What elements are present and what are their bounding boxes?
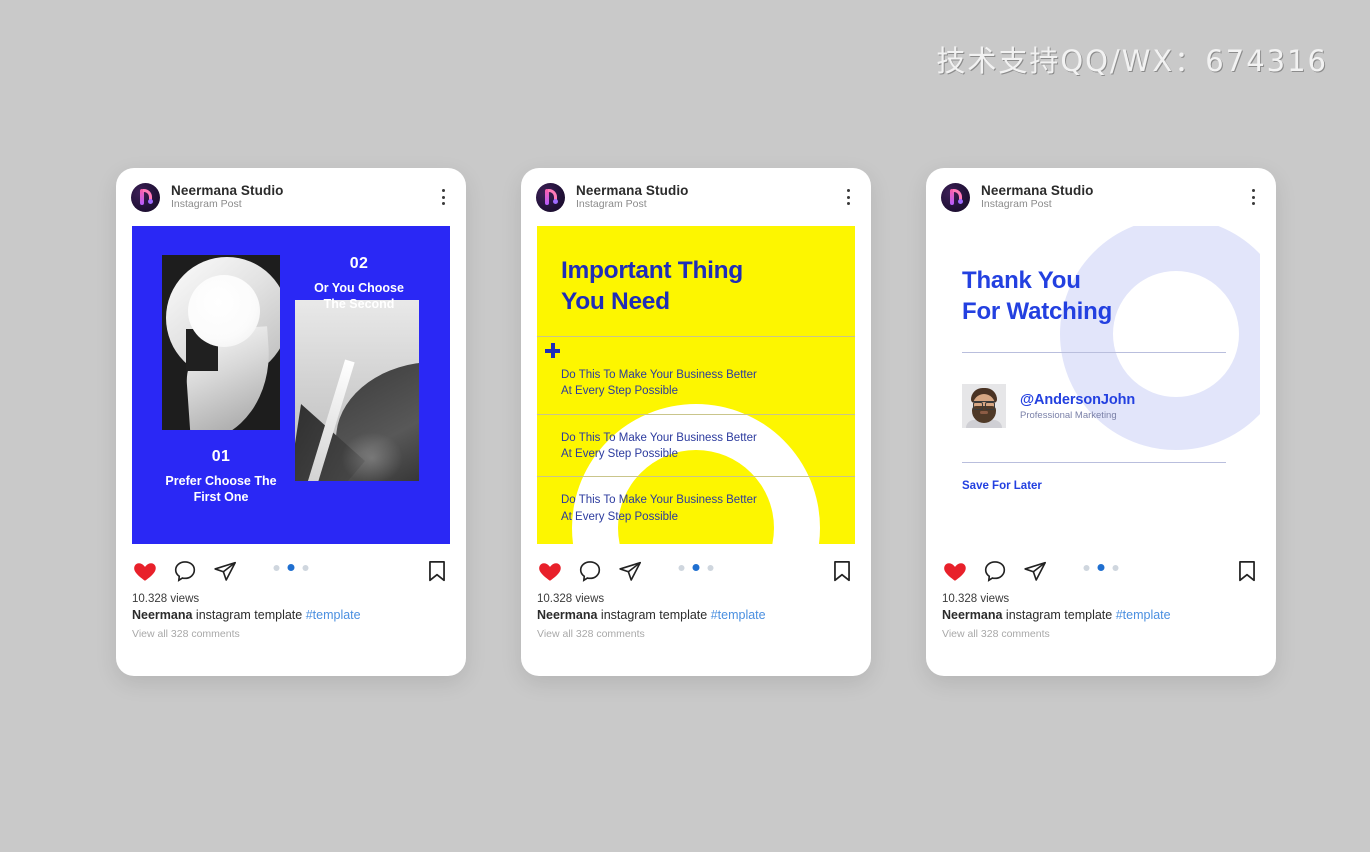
neermana-logo-icon	[536, 182, 565, 212]
post2-heading: Important Thing You Need	[561, 257, 743, 315]
card-header: Neermana Studio Instagram Post	[116, 168, 466, 226]
screen: 技术支持QQ/WX：674316 Neermana Studio Instagr…	[0, 0, 1370, 852]
post1-caption-01: Prefer Choose The First One	[165, 474, 277, 504]
comment-icon[interactable]	[172, 558, 198, 584]
account-name: Neermana Studio	[576, 183, 689, 199]
view-comments-link[interactable]: View all 328 comments	[537, 628, 855, 640]
caption-hashtag[interactable]: #template	[306, 608, 361, 622]
post-caption: Neermana instagram template #template	[942, 608, 1260, 622]
views-count: 10.328 views	[537, 593, 605, 605]
post-image-3: Thank You For Watching @AndersonJohn Pro…	[942, 226, 1260, 544]
post-card-2[interactable]: Neermana Studio Instagram Post Important…	[521, 168, 871, 676]
post-card-1[interactable]: Neermana Studio Instagram Post 02 Or You…	[116, 168, 466, 676]
kebab-menu-icon[interactable]	[434, 186, 452, 208]
kebab-menu-icon[interactable]	[1244, 186, 1262, 208]
action-icons	[537, 558, 855, 584]
neermana-logo-icon	[941, 182, 970, 212]
post-image-2: Important Thing You Need Do This To Make…	[537, 226, 855, 544]
action-icons	[942, 558, 1260, 584]
photo-architecture-angles	[295, 300, 419, 481]
post1-number-01: 01	[211, 448, 231, 465]
post3-user-handle: @AndersonJohn	[1020, 391, 1136, 408]
card-header: Neermana Studio Instagram Post	[926, 168, 1276, 226]
watermark-text: 技术支持QQ/WX：674316	[936, 44, 1328, 78]
card-header: Neermana Studio Instagram Post	[521, 168, 871, 226]
post-card-3[interactable]: Neermana Studio Instagram Post Thank You…	[926, 168, 1276, 676]
post1-item-01: 01 Prefer Choose The First One	[150, 448, 292, 505]
account-subtitle: Instagram Post	[981, 198, 1052, 211]
card-footer: 10.328 views Neermana instagram template…	[926, 544, 1276, 640]
share-icon[interactable]	[1022, 558, 1048, 584]
profile-photo	[962, 384, 1006, 428]
caption-text: instagram template	[1002, 608, 1116, 622]
carousel-dots[interactable]	[1083, 564, 1119, 571]
views-count: 10.328 views	[942, 593, 1010, 605]
divider-top	[962, 352, 1226, 353]
account-name: Neermana Studio	[981, 183, 1094, 199]
neermana-logo-icon	[131, 182, 160, 212]
bookmark-icon[interactable]	[829, 558, 855, 584]
post-caption: Neermana instagram template #template	[537, 608, 855, 622]
post1-number-02: 02	[349, 255, 369, 272]
carousel-dots[interactable]	[678, 564, 714, 571]
post2-row-3-text: Do This To Make Your Business Better At …	[561, 494, 757, 523]
heart-icon[interactable]	[537, 558, 563, 584]
comment-icon[interactable]	[577, 558, 603, 584]
post3-user-role: Professional Marketing	[1020, 409, 1117, 421]
carousel-dots[interactable]	[273, 564, 309, 571]
caption-hashtag[interactable]: #template	[1116, 608, 1171, 622]
post2-row-2-text: Do This To Make Your Business Better At …	[561, 431, 757, 460]
caption-author: Neermana	[537, 608, 598, 622]
post1-caption-02: Or You Choose The Second	[314, 281, 404, 311]
heart-icon[interactable]	[942, 558, 968, 584]
post2-row-1-text: Do This To Make Your Business Better At …	[561, 369, 757, 398]
post2-row-2: Do This To Make Your Business Better At …	[537, 413, 855, 477]
photo-spiral-sculpture	[162, 255, 280, 430]
comment-icon[interactable]	[982, 558, 1008, 584]
action-icons	[132, 558, 450, 584]
caption-hashtag[interactable]: #template	[711, 608, 766, 622]
post-caption: Neermana instagram template #template	[132, 608, 450, 622]
bookmark-icon[interactable]	[1234, 558, 1260, 584]
caption-author: Neermana	[132, 608, 193, 622]
views-count: 10.328 views	[132, 593, 200, 605]
card-footer: 10.328 views Neermana instagram template…	[521, 544, 871, 640]
post2-row-1: Do This To Make Your Business Better At …	[537, 336, 855, 414]
caption-author: Neermana	[942, 608, 1003, 622]
view-comments-link[interactable]: View all 328 comments	[942, 628, 1260, 640]
account-subtitle: Instagram Post	[576, 198, 647, 211]
post2-row-3: Do This To Make Your Business Better At …	[537, 476, 855, 539]
account-subtitle: Instagram Post	[171, 198, 242, 211]
caption-text: instagram template	[192, 608, 306, 622]
bookmark-icon[interactable]	[424, 558, 450, 584]
card-footer: 10.328 views Neermana instagram template…	[116, 544, 466, 640]
post3-heading: Thank You For Watching	[962, 267, 1113, 325]
share-icon[interactable]	[617, 558, 643, 584]
plus-icon[interactable]	[545, 343, 560, 358]
post1-item-02: 02 Or You Choose The Second	[295, 255, 423, 312]
account-name: Neermana Studio	[171, 183, 284, 199]
heart-icon[interactable]	[132, 558, 158, 584]
share-icon[interactable]	[212, 558, 238, 584]
post3-user: @AndersonJohn Professional Marketing	[962, 384, 1135, 428]
post2-list: Do This To Make Your Business Better At …	[537, 336, 855, 539]
post-cards-row: Neermana Studio Instagram Post 02 Or You…	[0, 168, 1370, 680]
kebab-menu-icon[interactable]	[839, 186, 857, 208]
save-for-later-cta[interactable]: Save For Later	[962, 480, 1042, 492]
post-image-1: 02 Or You Choose The Second 01 Prefer Ch…	[132, 226, 450, 544]
view-comments-link[interactable]: View all 328 comments	[132, 628, 450, 640]
caption-text: instagram template	[597, 608, 711, 622]
divider-bottom	[962, 462, 1226, 463]
